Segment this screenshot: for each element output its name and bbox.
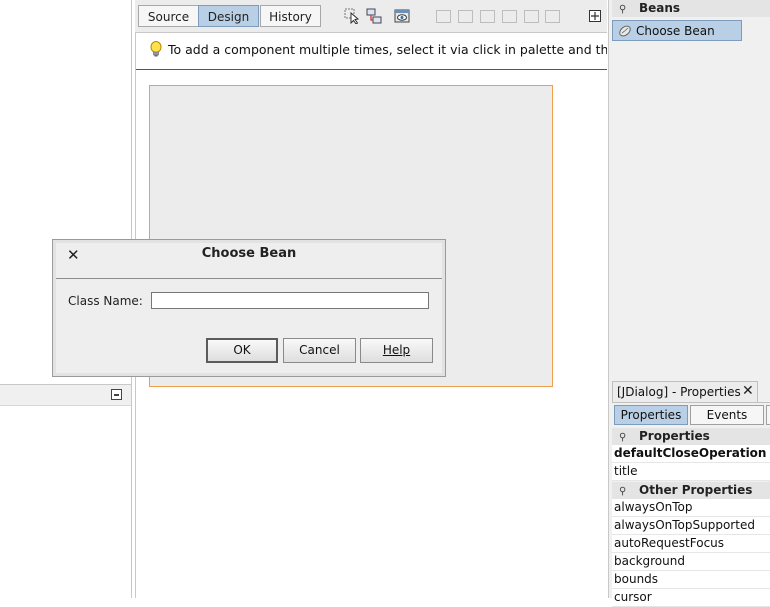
lightbulb-icon — [150, 41, 162, 57]
choose-bean-dialog: ✕ Choose Bean Class Name: OK Cancel Help — [52, 239, 446, 377]
tab-history[interactable]: History — [260, 5, 321, 27]
ok-button[interactable]: OK — [206, 338, 278, 363]
bean-icon — [619, 25, 631, 37]
property-row[interactable]: autoRequestFocus — [612, 535, 770, 553]
align-left-icon[interactable] — [436, 10, 451, 23]
section-other-properties[interactable]: ⚲ Other Properties — [612, 482, 770, 499]
property-row[interactable]: alwaysOnTop — [612, 499, 770, 517]
selection-mode-icon[interactable] — [344, 8, 360, 24]
pin-icon: ⚲ — [619, 486, 627, 497]
properties-divider — [612, 402, 770, 403]
palette-category-label: Beans — [639, 1, 681, 15]
palette-category-beans[interactable]: ⚲ Beans — [612, 0, 770, 17]
section-properties[interactable]: ⚲ Properties — [612, 428, 770, 445]
tab-events[interactable]: Events — [690, 405, 764, 425]
hint-bar: To add a component multiple times, selec… — [136, 33, 607, 70]
tab-properties[interactable]: Properties — [614, 405, 688, 425]
properties-window-title: [JDialog] - Properties — [617, 385, 741, 399]
dialog-title: Choose Bean — [201, 246, 297, 261]
hint-text: To add a component multiple times, selec… — [168, 42, 607, 57]
tab-design[interactable]: Design — [198, 5, 259, 27]
section-title: Properties — [639, 429, 710, 443]
align-right-icon[interactable] — [458, 10, 473, 23]
connection-mode-icon[interactable] — [366, 8, 382, 24]
pin-icon: ⚲ — [619, 432, 627, 443]
cancel-button[interactable]: Cancel — [283, 338, 356, 363]
property-row[interactable]: title — [612, 463, 770, 481]
palette-item-label: Choose Bean — [636, 24, 715, 38]
tab-source[interactable]: Source — [138, 5, 199, 27]
section-title: Other Properties — [639, 483, 753, 497]
align-top-icon[interactable] — [502, 10, 517, 23]
center-vertically-icon[interactable] — [545, 10, 560, 23]
dialog-divider — [56, 278, 442, 279]
palette-item-choose-bean[interactable]: Choose Bean — [612, 20, 742, 41]
editor-toolbar: Source Design History — [135, 0, 607, 33]
center-horizontally-icon[interactable] — [480, 10, 495, 23]
preview-design-icon[interactable] — [394, 8, 410, 24]
property-row[interactable]: alwaysOnTopSupported — [612, 517, 770, 535]
property-row[interactable]: bounds — [612, 571, 770, 589]
pin-icon: ⚲ — [619, 4, 627, 15]
expand-icon[interactable] — [589, 10, 601, 22]
close-icon[interactable]: ✕ — [742, 383, 754, 399]
properties-window-tab[interactable]: [JDialog] - Properties ✕ — [612, 381, 758, 402]
minimize-icon[interactable] — [111, 389, 122, 400]
property-row[interactable]: cursor — [612, 589, 770, 607]
class-name-label: Class Name: — [68, 294, 143, 308]
class-name-input[interactable] — [151, 292, 429, 309]
help-button[interactable]: Help — [360, 338, 433, 363]
tab-more[interactable] — [766, 405, 770, 425]
property-row[interactable]: background — [612, 553, 770, 571]
align-bottom-icon[interactable] — [524, 10, 539, 23]
property-row[interactable]: defaultCloseOperation — [612, 445, 770, 463]
